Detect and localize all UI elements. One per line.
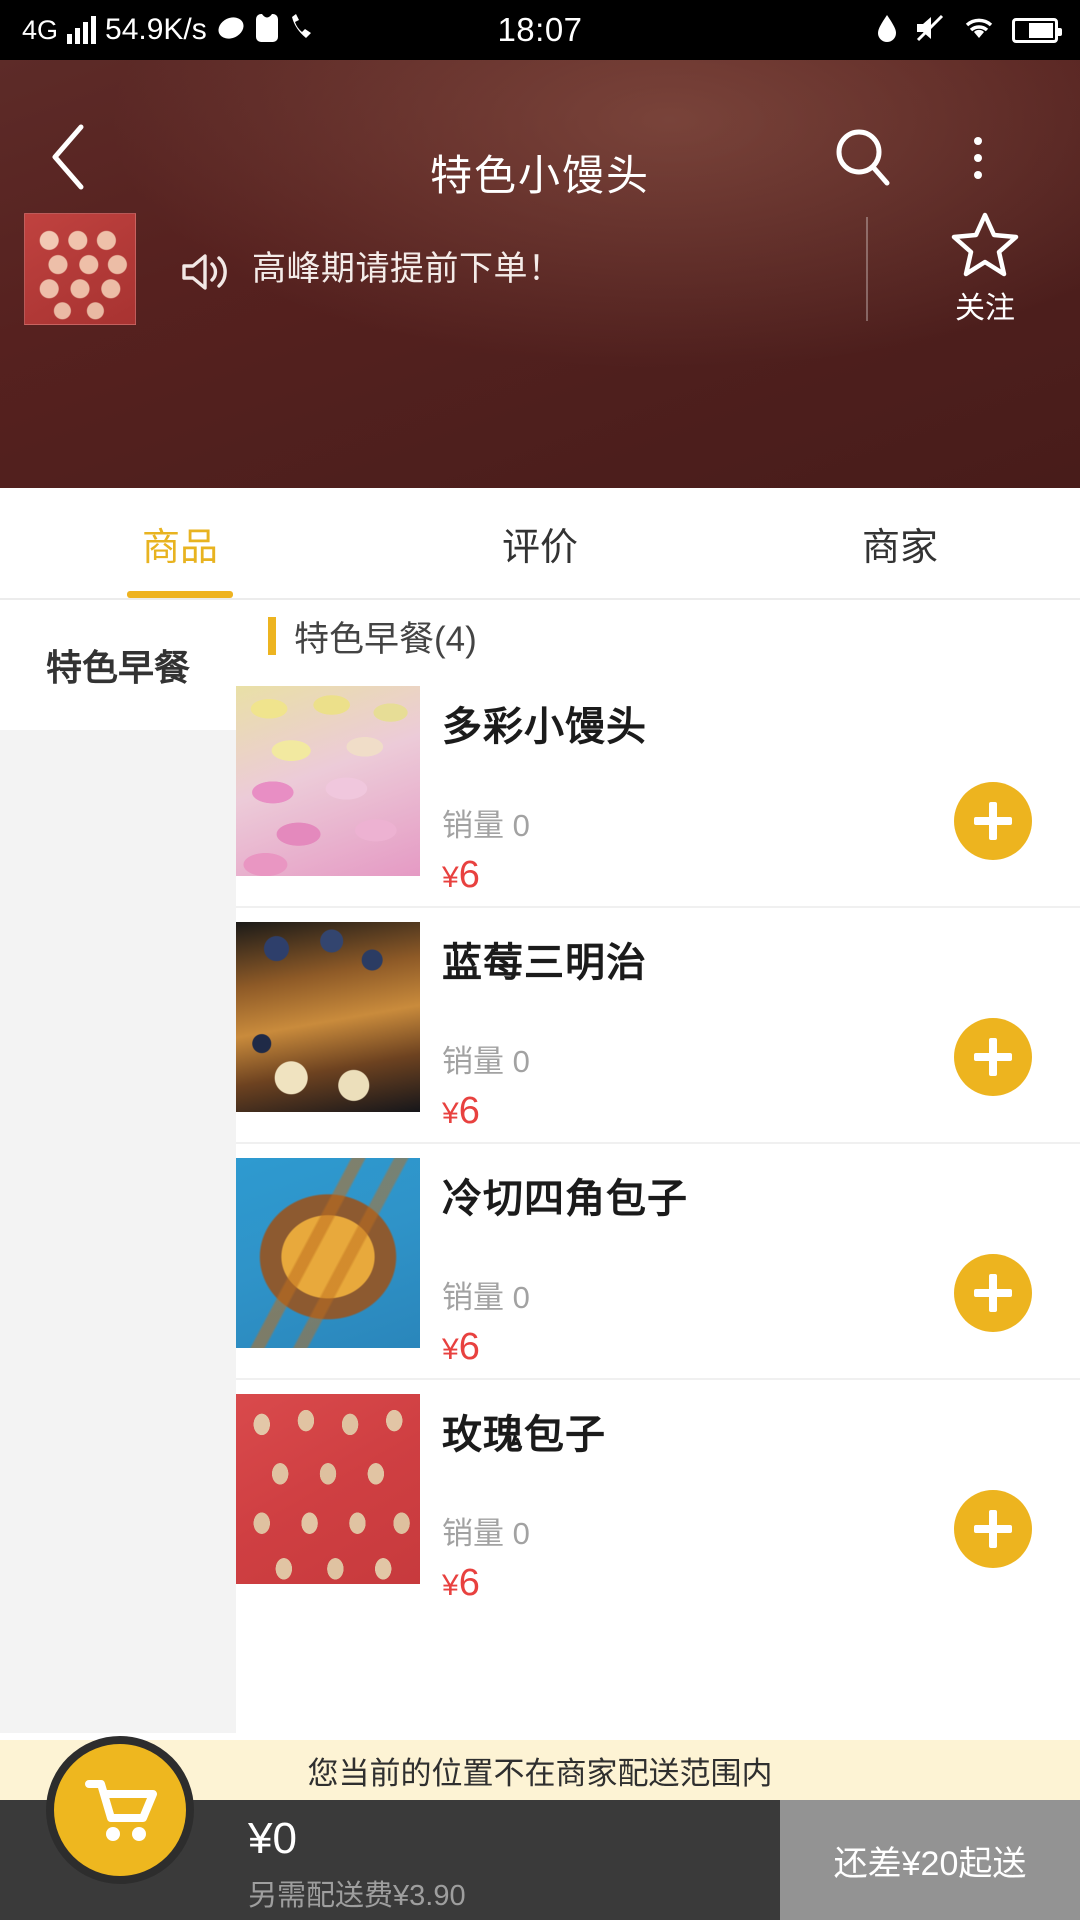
delivery-fee-note: 另需配送费¥3.90 <box>248 1880 466 1912</box>
currency-symbol: ¥ <box>442 1097 459 1130</box>
content-area: 特色早餐 特色早餐(4) 多彩小馒头 销量 0 ¥6 蓝莓三明治 销量 0 ¥6… <box>0 600 1080 1733</box>
cart-bar: ¥0 另需配送费¥3.90 还差¥20起送 <box>0 1736 1080 1920</box>
currency-symbol: ¥ <box>442 1333 459 1366</box>
product-sales-label: 销量 <box>442 1280 504 1315</box>
product-name: 玫瑰包子 <box>442 1413 606 1457</box>
product-row[interactable]: 多彩小馒头 销量 0 ¥6 <box>236 672 1080 908</box>
search-icon <box>836 129 890 186</box>
category-sidebar: 特色早餐 <box>0 600 236 1733</box>
warning-text: 您当前的位置不在商家配送范围内 <box>307 1755 773 1791</box>
checkout-label: 还差¥20起送 <box>833 1844 1027 1883</box>
battery-icon <box>1012 17 1062 43</box>
product-image <box>236 922 420 1112</box>
product-price: ¥6 <box>442 1326 480 1369</box>
tab-products[interactable]: 商品 <box>0 488 360 598</box>
product-sales-label: 销量 <box>442 1044 504 1079</box>
section-accent-bar <box>268 617 276 655</box>
cart-button[interactable] <box>46 1736 194 1884</box>
product-name: 多彩小馒头 <box>442 705 647 749</box>
product-image <box>236 1158 420 1348</box>
tab-products-label: 商品 <box>141 526 218 569</box>
product-sales: 销量 0 <box>442 1272 530 1317</box>
more-options-button[interactable] <box>938 118 1018 198</box>
product-sales-count: 0 <box>512 808 530 843</box>
wifi-icon <box>962 13 996 48</box>
product-list[interactable]: 特色早餐(4) 多彩小馒头 销量 0 ¥6 蓝莓三明治 销量 0 ¥6 冷切四角… <box>236 600 1080 1733</box>
tab-merchant[interactable]: 商家 <box>720 488 1080 598</box>
divider <box>866 217 868 321</box>
more-vertical-icon <box>974 137 982 145</box>
product-image <box>236 686 420 876</box>
shopping-cart-icon <box>85 1780 157 1841</box>
add-to-cart-button[interactable] <box>954 782 1032 860</box>
status-bar: 4G 54.9K/s 18:07 <box>0 0 1080 60</box>
cart-total: ¥0 <box>248 1814 297 1863</box>
tab-merchant-label: 商家 <box>861 526 938 569</box>
product-price: ¥6 <box>442 1090 480 1133</box>
product-row[interactable]: 玫瑰包子 销量 0 ¥6 <box>236 1380 1080 1616</box>
shop-logo <box>24 213 136 325</box>
section-title: 特色早餐(4) <box>294 619 477 659</box>
product-sales-count: 0 <box>512 1044 530 1079</box>
price-value: 6 <box>458 854 480 896</box>
add-to-cart-button[interactable] <box>954 1018 1032 1096</box>
tab-bar: 商品 评价 商家 <box>0 488 1080 600</box>
product-image <box>236 1394 420 1584</box>
announcement-row: 高峰期请提前下单！ 关注 <box>0 205 1080 335</box>
sidebar-item-breakfast[interactable]: 特色早餐 <box>0 600 236 730</box>
add-to-cart-button[interactable] <box>954 1254 1032 1332</box>
more-vertical-icon <box>974 154 982 162</box>
add-to-cart-button[interactable] <box>954 1490 1032 1568</box>
star-outline-icon <box>951 212 1019 277</box>
product-sales: 销量 0 <box>442 1508 530 1553</box>
announcement-text: 高峰期请提前下单！ <box>252 250 563 288</box>
product-price: ¥6 <box>442 1562 480 1605</box>
sidebar-item-label: 特色早餐 <box>45 647 190 688</box>
currency-symbol: ¥ <box>442 1569 459 1602</box>
checkout-button[interactable]: 还差¥20起送 <box>780 1800 1080 1920</box>
product-price: ¥6 <box>442 854 480 897</box>
speaker-icon <box>180 249 232 300</box>
app-root: 4G 54.9K/s 18:07 特色小馒头 高峰期请提前下单！ 关注 商品 评… <box>0 0 1080 1920</box>
product-name: 蓝莓三明治 <box>442 941 647 985</box>
tab-reviews-label: 评价 <box>501 526 578 569</box>
product-row[interactable]: 冷切四角包子 销量 0 ¥6 <box>236 1144 1080 1380</box>
product-sales: 销量 0 <box>442 1036 530 1081</box>
shop-header: 特色小馒头 高峰期请提前下单！ 关注 <box>0 60 1080 488</box>
product-sales-label: 销量 <box>442 1516 504 1551</box>
search-button[interactable] <box>824 118 904 198</box>
price-value: 6 <box>458 1090 480 1132</box>
product-sales-count: 0 <box>512 1280 530 1315</box>
price-value: 6 <box>458 1326 480 1368</box>
section-header: 特色早餐(4) <box>236 600 1080 672</box>
product-sales-label: 销量 <box>442 808 504 843</box>
product-sales: 销量 0 <box>442 800 530 845</box>
page-title: 特色小馒头 <box>429 152 650 199</box>
tab-active-underline <box>127 591 233 598</box>
more-vertical-icon <box>974 171 982 179</box>
currency-symbol: ¥ <box>442 861 459 894</box>
mute-icon <box>914 13 946 48</box>
status-bar-right <box>876 13 1080 48</box>
favorite-button[interactable]: 关注 <box>900 209 1070 335</box>
product-sales-count: 0 <box>512 1516 530 1551</box>
product-name: 冷切四角包子 <box>442 1177 688 1221</box>
nav-bar: 特色小馒头 <box>0 60 1080 199</box>
favorite-label: 关注 <box>955 292 1015 325</box>
water-drop-icon <box>876 13 898 48</box>
price-value: 6 <box>458 1562 480 1604</box>
tab-reviews[interactable]: 评价 <box>360 488 720 598</box>
product-row[interactable]: 蓝莓三明治 销量 0 ¥6 <box>236 908 1080 1144</box>
